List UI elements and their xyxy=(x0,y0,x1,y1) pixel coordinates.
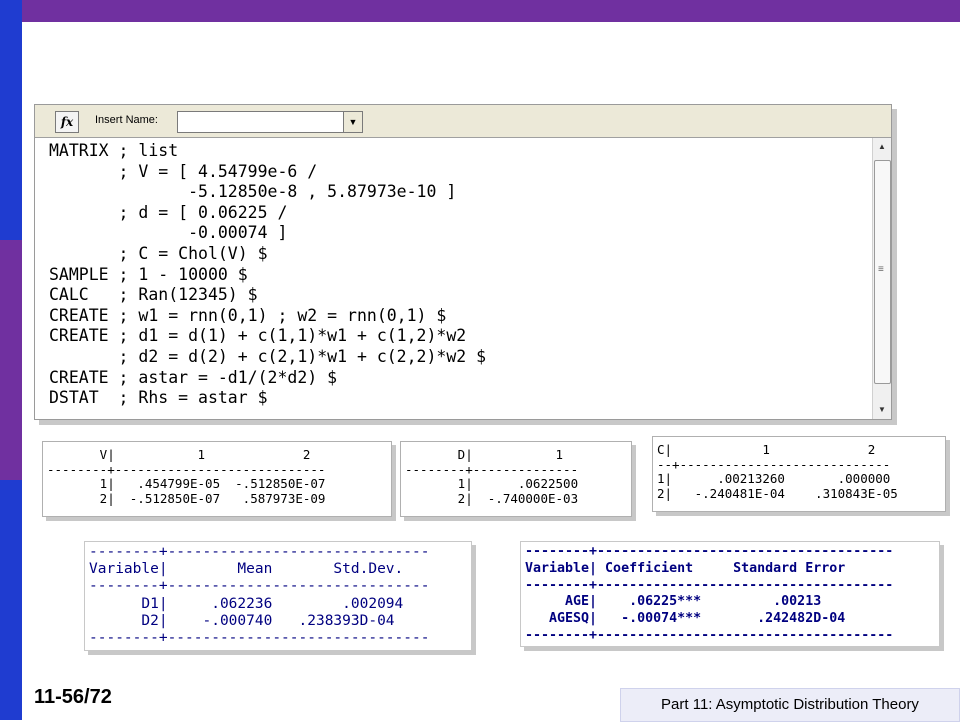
matrix-line: V| 1 2 xyxy=(47,447,311,462)
matrix-line: 1| .454799E-05 -.512850E-07 xyxy=(47,476,326,491)
code-line: DSTAT ; Rhs = astar $ xyxy=(49,388,268,408)
top-accent-bar xyxy=(0,0,960,22)
command-window: fx Insert Name: ▼ MATRIX ; list ; V = [ … xyxy=(34,104,892,420)
left-accent-segment xyxy=(0,240,22,480)
matrix-line: --------+-------------- xyxy=(405,461,579,477)
table-row: --------+-------------------------------… xyxy=(525,577,894,593)
insert-name-label: Insert Name: xyxy=(95,114,158,126)
matrix-d-panel: D| 1 --------+-------------- 1| .0622500… xyxy=(400,441,632,517)
slide-number: 11-56/72 xyxy=(34,686,112,708)
grip-icon: ≡ xyxy=(878,264,884,275)
left-accent-segment xyxy=(0,480,22,720)
table-row: Variable| Mean Std.Dev. xyxy=(89,561,404,578)
table-row: --------+------------------------------ xyxy=(89,630,430,647)
code-line: CALC ; Ran(12345) $ xyxy=(49,285,258,305)
descriptive-stats-text: --------+------------------------------ … xyxy=(89,544,429,647)
scroll-up-icon[interactable]: ▲ xyxy=(873,138,891,156)
matrix-line: 1| .0622500 xyxy=(405,476,579,491)
matrix-c-panel: C| 1 2 --+---------------------------- 1… xyxy=(652,436,946,512)
code-line: SAMPLE ; 1 - 10000 $ xyxy=(49,264,248,284)
matrix-line: D| 1 xyxy=(405,447,564,462)
code-line: CREATE ; d1 = d(1) + c(1,1)*w1 + c(1,2)*… xyxy=(49,326,467,346)
table-row: --------+------------------------------ xyxy=(89,544,430,560)
matrix-c-text: C| 1 2 --+---------------------------- 1… xyxy=(657,442,898,501)
vertical-scrollbar[interactable]: ▲ ≡ ▼ xyxy=(872,138,891,419)
coefficient-table: --------+-------------------------------… xyxy=(520,541,940,647)
table-row: AGESQ| -.00074*** .242482D-04 xyxy=(525,611,846,627)
matrix-line: 2| -.512850E-07 .587973E-09 xyxy=(47,490,326,506)
scroll-down-icon[interactable]: ▼ xyxy=(873,401,891,419)
code-line: CREATE ; astar = -d1/(2*d2) $ xyxy=(49,367,338,387)
code-line: ; d2 = d(2) + c(2,1)*w1 + c(2,2)*w2 $ xyxy=(49,346,487,366)
code-line: CREATE ; w1 = rnn(0,1) ; w2 = rnn(0,1) $ xyxy=(49,305,447,325)
dropdown-arrow-icon[interactable]: ▼ xyxy=(343,112,362,132)
matrix-line: 1| .00213260 .000000 xyxy=(657,471,891,486)
part-title: Part 11: Asymptotic Distribution Theory xyxy=(620,688,960,722)
descriptive-stats-table: --------+------------------------------ … xyxy=(84,541,472,651)
table-row: --------+------------------------------ xyxy=(89,578,430,595)
table-row: --------+-------------------------------… xyxy=(525,544,894,559)
left-accent-bar xyxy=(0,0,22,720)
matrix-v-panel: V| 1 2 --------+------------------------… xyxy=(42,441,392,517)
matrix-line: C| 1 2 xyxy=(657,442,876,457)
code-line: MATRIX ; list xyxy=(49,141,179,160)
matrix-line: 2| -.740000E-03 xyxy=(405,490,579,506)
command-toolbar: fx Insert Name: ▼ xyxy=(35,105,891,138)
insert-name-dropdown[interactable]: ▼ xyxy=(177,111,363,133)
table-row: D2| -.000740 .238393D-04 xyxy=(89,612,395,629)
coefficient-text: --------+-------------------------------… xyxy=(525,544,893,645)
matrix-line: --+---------------------------- xyxy=(657,456,891,472)
code-line: -0.00074 ] xyxy=(49,223,288,243)
matrix-v-text: V| 1 2 --------+------------------------… xyxy=(47,447,326,506)
code-line: -5.12850e-8 , 5.87973e-10 ] xyxy=(49,182,457,202)
table-row: Variable| Coefficient Standard Error xyxy=(525,560,846,576)
code-line: ; V = [ 4.54799e-6 / xyxy=(49,161,318,181)
table-row: --------+-------------------------------… xyxy=(525,627,894,643)
code-line: ; d = [ 0.06225 / xyxy=(49,202,288,222)
scroll-thumb[interactable]: ≡ xyxy=(874,160,891,384)
table-row: AGE| .06225*** .00213 xyxy=(525,594,822,610)
command-editor[interactable]: MATRIX ; list ; V = [ 4.54799e-6 / -5.12… xyxy=(49,141,486,409)
table-row: D1| .062236 .002094 xyxy=(89,595,404,612)
matrix-d-text: D| 1 --------+-------------- 1| .0622500… xyxy=(405,447,579,506)
matrix-line: --------+---------------------------- xyxy=(47,461,326,477)
matrix-line: 2| -.240481E-04 .310843E-05 xyxy=(657,485,898,501)
code-line: ; C = Chol(V) $ xyxy=(49,243,268,263)
insert-function-button[interactable]: fx xyxy=(55,111,79,133)
